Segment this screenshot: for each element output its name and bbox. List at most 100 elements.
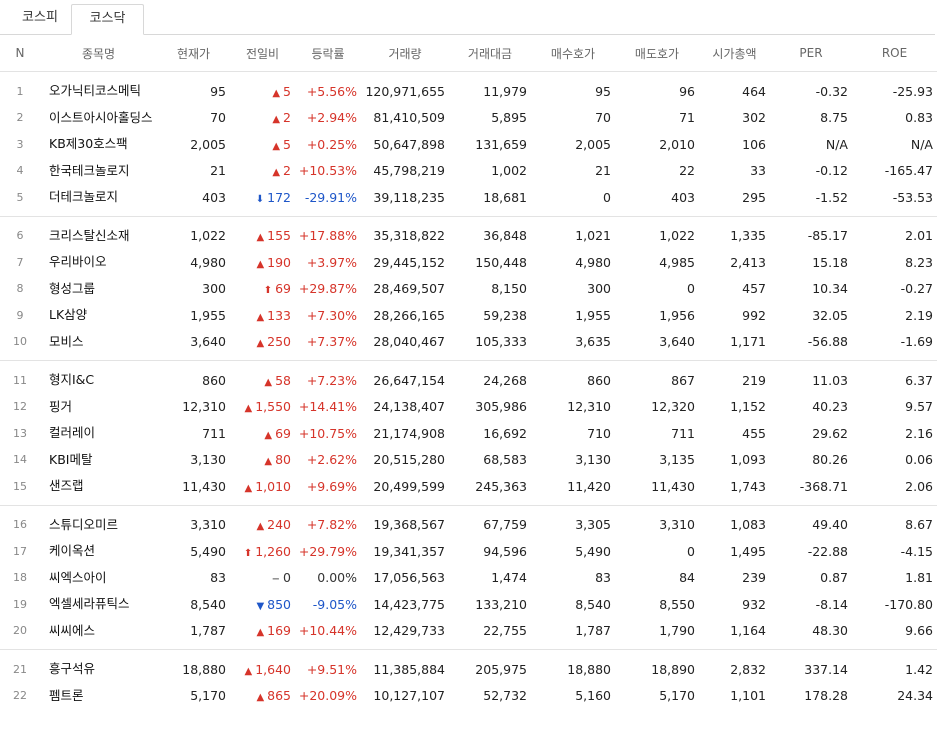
volume: 26,647,154 [373, 372, 445, 388]
table-row[interactable]: 9 LK삼양 1,955 ▲ 133 +7.30% 28,266,165 59,238 1,95… [0, 302, 937, 329]
current-price: 95 [210, 83, 226, 99]
ask-price: 0 [687, 543, 695, 559]
stock-name-link[interactable]: 컬러레이 [40, 420, 157, 447]
table-row[interactable]: 13 컬러레이 711 ▲ 69 +10.75% 21,174,908 16,692 710 71… [0, 420, 937, 447]
column-header[interactable]: 매도호가 [615, 35, 699, 71]
stock-name-link[interactable]: 형지I&C [40, 367, 157, 394]
bid-price: 18,880 [567, 661, 611, 677]
stock-name-link[interactable]: 형성그룹 [40, 276, 157, 303]
current-price: 1,955 [190, 307, 226, 323]
price-change: ▲ 5 [230, 78, 295, 105]
market-cap: 219 [742, 372, 766, 388]
table-row[interactable]: 11 형지I&C 860 ▲ 58 +7.23% 26,647,154 24,268 860 86… [0, 367, 937, 394]
stock-name-link[interactable]: 씨씨에스 [40, 618, 157, 645]
stock-name-link[interactable]: 이스트아시아홀딩스 [40, 105, 157, 132]
stock-name-link[interactable]: 우리바이오 [40, 249, 157, 276]
stock-name-link[interactable]: 오가닉티코스메틱 [40, 78, 157, 105]
column-header[interactable]: N [0, 35, 40, 71]
table-row[interactable]: 22 펨트론 5,170 ▲ 865 +20.09% 10,127,107 52,732 5,1… [0, 683, 937, 710]
stock-name-link[interactable]: LK삼양 [40, 302, 157, 329]
price-change: ▲ 69 [230, 420, 295, 447]
table-row[interactable]: 10 모비스 3,640 ▲ 250 +7.37% 28,040,467 105,333 3,6… [0, 329, 937, 356]
table-row[interactable]: 12 핑거 12,310 ▲ 1,550 +14.41% 24,138,407 305,986… [0, 394, 937, 421]
column-header[interactable]: 현재가 [157, 35, 230, 71]
column-header[interactable]: 전일비 [230, 35, 295, 71]
table-row[interactable]: 17 케이옥션 5,490 ⬆ 1,260 +29.79% 19,341,357 94,596… [0, 538, 937, 565]
price-change: ▲ 865 [230, 683, 295, 710]
column-header[interactable]: 거래량 [361, 35, 449, 71]
stock-name-link[interactable]: 엑셀세라퓨틱스 [40, 591, 157, 618]
table-row[interactable]: 14 KBI메탈 3,130 ▲ 80 +2.62% 20,515,280 68,583 3,1… [0, 447, 937, 474]
table-row[interactable]: 6 크리스탈신소재 1,022 ▲ 155 +17.88% 35,318,822 36,848… [0, 223, 937, 250]
group-divider [0, 500, 937, 512]
table-row[interactable]: 5 더테크놀로지 403 ⬇ 172 -29.91% 39,118,235 18,681 0 40… [0, 184, 937, 211]
table-header: N 종목명 현재가 전일비 등락률 거래량 거래대금 매수호가 매도호가 시가총액 PER ROE [0, 35, 937, 71]
up-arrow-icon: ▲ [256, 692, 265, 704]
current-price: 3,640 [190, 334, 226, 350]
stock-name-link[interactable]: KBI메탈 [40, 447, 157, 474]
stock-name-link[interactable]: 모비스 [40, 329, 157, 356]
up-arrow-icon: ▲ [244, 482, 253, 494]
roe-value: 1.81 [905, 570, 933, 586]
column-header[interactable]: 시가총액 [699, 35, 770, 71]
volume: 28,266,165 [373, 307, 445, 323]
market-cap: 1,495 [730, 543, 766, 559]
table-row[interactable]: 8 형성그룹 300 ⬆ 69 +29.87% 28,469,507 8,150 300 0 457… [0, 276, 937, 303]
column-header[interactable]: 매수호가 [531, 35, 615, 71]
market-cap: 2,832 [730, 661, 766, 677]
price-change: ▲ 250 [230, 329, 295, 356]
market-cap: 1,743 [730, 478, 766, 494]
column-header[interactable]: 종목명 [40, 35, 157, 71]
price-change-value: 1,640 [255, 661, 291, 677]
column-header[interactable]: PER [770, 35, 852, 71]
price-change-value: 1,550 [255, 399, 291, 415]
price-change: ▲ 5 [230, 131, 295, 158]
row-number: 3 [16, 137, 24, 151]
table-row[interactable]: 18 씨엑스아이 83−0 0.00% 17,056,563 1,474 83 84 239 0.… [0, 565, 937, 592]
change-rate: +0.25% [306, 136, 357, 152]
stock-name-link[interactable]: 씨엑스아이 [40, 565, 157, 592]
tab-kosdaq[interactable]: 코스닥 [71, 4, 144, 35]
volume: 12,429,733 [373, 623, 445, 639]
stock-name-link[interactable]: 한국테크놀로지 [40, 158, 157, 185]
stock-name-link[interactable]: 더테크놀로지 [40, 184, 157, 211]
stock-name-link[interactable]: 핑거 [40, 394, 157, 421]
ask-price: 867 [671, 372, 695, 388]
column-header[interactable]: 등락률 [295, 35, 361, 71]
up-arrow-icon: ▲ [272, 87, 281, 99]
table-row[interactable]: 3 KB제30호스팩 2,005 ▲ 5 +0.25% 50,647,898 131,659 2… [0, 131, 937, 158]
stock-table: N 종목명 현재가 전일비 등락률 거래량 거래대금 매수호가 매도호가 시가총액 PER ROE 1… [0, 35, 937, 709]
bid-price: 1,955 [575, 307, 611, 323]
table-row[interactable]: 19 엑셀세라퓨틱스 8,540 ▼ 850 -9.05% 14,423,775 133,21… [0, 591, 937, 618]
change-rate: +10.75% [298, 425, 357, 441]
column-header[interactable]: 거래대금 [449, 35, 531, 71]
table-row[interactable]: 15 샌즈랩 11,430 ▲ 1,010 +9.69% 20,499,599 245,363… [0, 473, 937, 500]
stock-name-link[interactable]: 샌즈랩 [40, 473, 157, 500]
per-value: 29.62 [812, 425, 848, 441]
table-row[interactable]: 21 흥구석유 18,880 ▲ 1,640 +9.51% 11,385,884 205,97… [0, 656, 937, 683]
roe-value: N/A [910, 136, 933, 152]
stock-name-link[interactable]: 펨트론 [40, 683, 157, 710]
market-cap: 1,083 [730, 517, 766, 533]
stock-name-link[interactable]: 케이옥션 [40, 538, 157, 565]
price-change-value: 69 [275, 281, 291, 297]
tab-kospi[interactable]: 코스피 [4, 4, 76, 33]
per-value: 15.18 [812, 254, 848, 270]
change-rate: +14.41% [298, 399, 357, 415]
stock-name-link[interactable]: 스튜디오미르 [40, 512, 157, 539]
table-row[interactable]: 20 씨씨에스 1,787 ▲ 169 +10.44% 12,429,733 22,755 1,… [0, 618, 937, 645]
stock-name-link[interactable]: 크리스탈신소재 [40, 223, 157, 250]
table-row[interactable]: 4 한국테크놀로지 21 ▲ 2 +10.53% 45,798,219 1,002 21 22 33… [0, 158, 937, 185]
table-row[interactable]: 16 스튜디오미르 3,310 ▲ 240 +7.82% 19,368,567 67,759 3… [0, 512, 937, 539]
price-change-value: 1,260 [255, 543, 291, 559]
change-rate: +17.88% [298, 228, 357, 244]
column-header[interactable]: ROE [852, 35, 937, 71]
table-row[interactable]: 1 오가닉티코스메틱 95 ▲ 5 +5.56% 120,971,655 11,979 95 96… [0, 78, 937, 105]
table-row[interactable]: 2 이스트아시아홀딩스 70 ▲ 2 +2.94% 81,410,509 5,895 70 71 3… [0, 105, 937, 132]
row-number: 16 [13, 518, 27, 532]
stock-name-link[interactable]: KB제30호스팩 [40, 131, 157, 158]
table-row[interactable]: 7 우리바이오 4,980 ▲ 190 +3.97% 29,445,152 150,448 4,… [0, 249, 937, 276]
up-arrow-icon: ▲ [272, 167, 281, 179]
stock-name-link[interactable]: 흥구석유 [40, 656, 157, 683]
current-price: 83 [210, 570, 226, 586]
